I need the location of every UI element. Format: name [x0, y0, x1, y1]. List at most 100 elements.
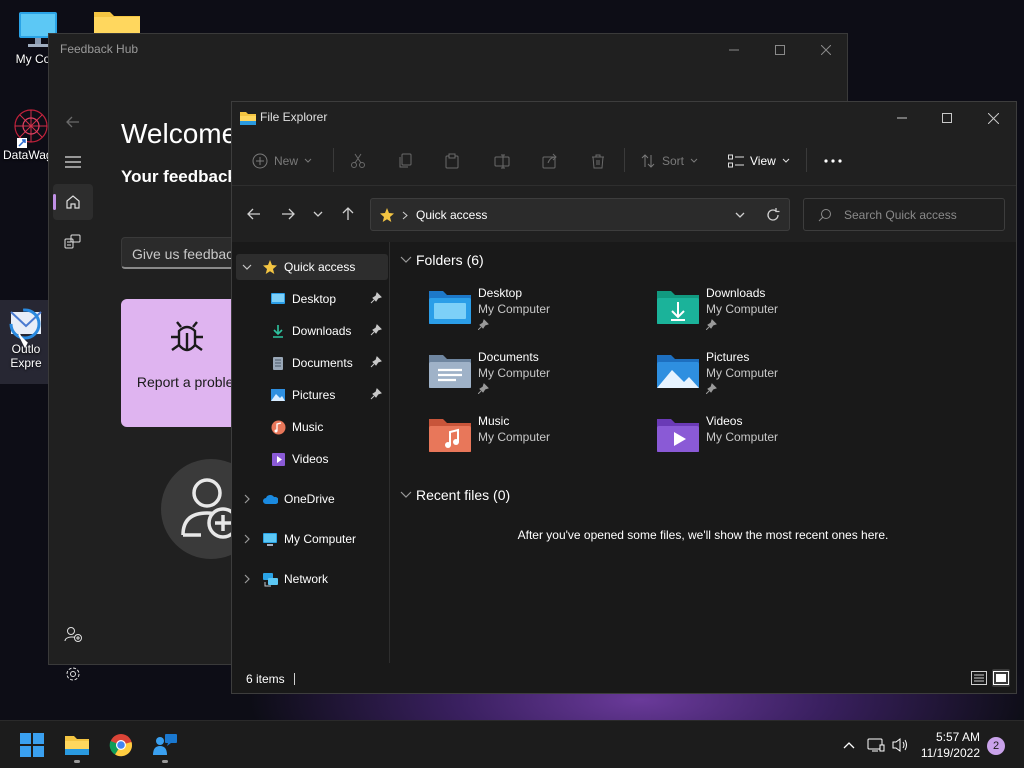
taskbar-chrome[interactable] [101, 727, 141, 763]
feedback-hub-titlebar[interactable]: Feedback Hub [49, 34, 847, 66]
desktop-folder-icon [429, 291, 471, 324]
sidebar-item-label: Desktop [292, 292, 337, 306]
up-button[interactable] [334, 202, 362, 226]
status-bar: 6 items [232, 663, 1016, 693]
star-icon [263, 260, 277, 274]
sidebar-item-label: Music [292, 420, 324, 434]
more-options-button[interactable] [824, 146, 842, 176]
close-button[interactable] [803, 34, 849, 66]
sidebar-item-videos[interactable]: Videos [236, 446, 388, 472]
chevron-right-icon[interactable] [242, 494, 252, 504]
sidebar-item-onedrive[interactable]: OneDrive [236, 486, 388, 512]
clock[interactable]: 5:57 AM 11/19/2022 [921, 729, 980, 761]
chevron-right-icon[interactable] [242, 574, 252, 584]
back-button[interactable] [240, 202, 268, 226]
search-icon [818, 209, 831, 222]
feedback-icon [64, 234, 81, 249]
nav-feedback[interactable] [53, 224, 93, 260]
folder-tile-music[interactable]: Music My Computer [428, 412, 648, 468]
folder-name: Downloads [706, 286, 766, 300]
start-button[interactable] [12, 727, 52, 763]
trash-icon [592, 154, 604, 169]
folder-location: My Computer [706, 302, 779, 316]
pin-icon [370, 388, 382, 400]
chevron-down-icon [304, 158, 312, 163]
content-pane: Folders (6) Desktop My Computer Download… [390, 242, 1016, 663]
chevron-right-icon[interactable] [242, 534, 252, 544]
folder-name: Videos [706, 414, 743, 428]
pin-icon [706, 383, 717, 394]
back-button[interactable] [53, 104, 93, 140]
taskbar: 5:57 AM 11/19/2022 2 [0, 720, 1024, 768]
notification-badge[interactable]: 2 [987, 737, 1005, 755]
computer-icon [263, 532, 277, 546]
menu-button[interactable] [53, 144, 93, 180]
desktop-icon-folder[interactable] [82, 8, 152, 34]
share-icon [542, 153, 557, 169]
copy-button[interactable] [398, 146, 414, 176]
sidebar-item-quick-access[interactable]: Quick access [236, 254, 388, 280]
sort-button[interactable]: Sort [640, 146, 698, 176]
nav-add-user[interactable] [53, 616, 93, 652]
sidebar-item-downloads[interactable]: Downloads [236, 318, 388, 344]
sidebar-item-label: Documents [292, 356, 353, 370]
breadcrumb-quick-access[interactable]: Quick access [416, 208, 487, 222]
minimize-button[interactable] [711, 34, 757, 66]
sidebar-item-music[interactable]: Music [236, 414, 388, 440]
taskbar-file-explorer[interactable] [57, 727, 97, 763]
minimize-button[interactable] [879, 102, 925, 134]
paste-button[interactable] [444, 146, 460, 176]
minimize-icon [897, 117, 907, 119]
new-button[interactable]: New [252, 146, 312, 176]
chevron-down-icon[interactable] [735, 212, 745, 219]
folders-section-header[interactable]: Folders (6) [400, 252, 484, 268]
documents-folder-icon [429, 355, 471, 388]
sidebar-item-network[interactable]: Network [236, 566, 388, 592]
cut-button[interactable] [350, 146, 366, 176]
share-button[interactable] [542, 146, 558, 176]
nav-home[interactable] [53, 184, 93, 220]
sidebar-item-my-computer[interactable]: My Computer [236, 526, 388, 552]
forward-button[interactable] [274, 202, 302, 226]
refresh-icon[interactable] [766, 208, 780, 222]
clock-time: 5:57 AM [935, 730, 980, 744]
rename-button[interactable] [494, 146, 510, 176]
search-box[interactable]: Search Quick access [803, 198, 1005, 231]
nav-settings[interactable] [53, 656, 93, 692]
chevron-down-icon [782, 158, 790, 163]
view-button[interactable]: View [728, 146, 790, 176]
maximize-button[interactable] [757, 34, 803, 66]
recent-files-section-header[interactable]: Recent files (0) [400, 487, 510, 503]
maximize-button[interactable] [924, 102, 970, 134]
close-button[interactable] [970, 102, 1016, 134]
sidebar-item-label: Pictures [292, 388, 336, 402]
large-icons-view-button[interactable] [992, 669, 1010, 687]
details-view-button[interactable] [970, 669, 988, 687]
close-icon [987, 112, 999, 124]
file-explorer-app-icon [240, 112, 256, 125]
sidebar-item-documents[interactable]: Documents [236, 350, 388, 376]
desktop-icon-outlook-express[interactable]: Outlo Expre [0, 300, 50, 384]
pictures-icon [271, 389, 285, 401]
folder-tile-pictures[interactable]: Pictures My Computer [656, 348, 876, 404]
address-bar[interactable]: Quick access [370, 198, 790, 231]
folder-tile-documents[interactable]: Documents My Computer [428, 348, 648, 404]
sidebar-item-desktop[interactable]: Desktop [236, 286, 388, 312]
back-icon [66, 116, 79, 128]
chevron-down-icon[interactable] [242, 262, 252, 272]
taskbar-feedback-hub[interactable] [145, 727, 185, 763]
arrow-up-icon [342, 207, 354, 220]
folder-tile-downloads[interactable]: Downloads My Computer [656, 284, 876, 340]
folder-tile-desktop[interactable]: Desktop My Computer [428, 284, 648, 340]
recent-locations-button[interactable] [304, 202, 332, 226]
file-explorer-titlebar[interactable]: File Explorer [232, 102, 1016, 134]
folder-name: Documents [478, 350, 539, 364]
volume-button[interactable] [891, 735, 911, 755]
delete-button[interactable] [590, 146, 606, 176]
toolbar-separator [333, 148, 334, 172]
sidebar-item-pictures[interactable]: Pictures [236, 382, 388, 408]
pin-icon [370, 292, 382, 304]
folder-tile-videos[interactable]: Videos My Computer [656, 412, 876, 468]
show-hidden-icons-button[interactable] [840, 735, 858, 755]
network-status-button[interactable] [866, 735, 886, 755]
